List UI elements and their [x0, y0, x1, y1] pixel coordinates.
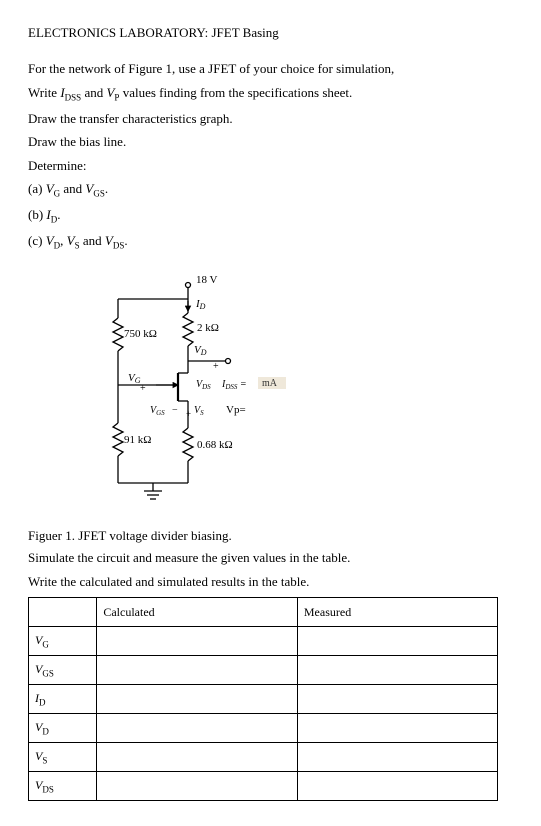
svg-text:+: +	[140, 383, 146, 394]
svg-text:2 kΩ: 2 kΩ	[197, 322, 219, 334]
header-calculated: Calculated	[97, 598, 298, 627]
svg-text:−: −	[172, 405, 178, 416]
intro-line-3: Draw the bias line.	[28, 132, 513, 152]
intro-line-4: Determine:	[28, 156, 513, 176]
intro-line-5: (a) VG and VGS.	[28, 179, 513, 201]
table-row: VD	[29, 714, 498, 743]
svg-text:VS: VS	[194, 405, 204, 417]
table-row: VS	[29, 743, 498, 772]
svg-text:mA: mA	[262, 378, 278, 389]
intro-line-6: (b) ID.	[28, 205, 513, 227]
intro-line-2: Draw the transfer characteristics graph.	[28, 109, 513, 129]
svg-text:+: +	[186, 409, 191, 419]
svg-text:ID: ID	[195, 298, 206, 311]
svg-text:0.68 kΩ: 0.68 kΩ	[197, 439, 233, 451]
table-header-row: Calculated Measured	[29, 598, 498, 627]
figure-caption: Figuer 1. JFET voltage divider biasing.	[28, 528, 513, 544]
svg-text:VD: VD	[194, 344, 207, 357]
page-title: ELECTRONICS LABORATORY: JFET Basing	[28, 25, 513, 41]
svg-text:VGS: VGS	[150, 405, 165, 417]
intro-line-1: Write IDSS and VP values finding from th…	[28, 83, 513, 105]
vsupply-label: 18 V	[196, 274, 218, 286]
intro-line-0: For the network of Figure 1, use a JFET …	[28, 59, 513, 79]
results-table: Calculated Measured VG VGS ID VD VS VDS	[28, 597, 498, 801]
table-row: VGS	[29, 656, 498, 685]
instruction-2: Write the calculated and simulated resul…	[28, 572, 513, 592]
table-row: ID	[29, 685, 498, 714]
svg-text:Vp=: Vp=	[226, 404, 246, 416]
svg-text:IDSS =: IDSS =	[221, 379, 247, 391]
circuit-diagram: 18 V ID 2 kΩ 750 kΩ VD + VG + VDS IDSS =…	[78, 273, 378, 508]
svg-text:+: +	[213, 361, 219, 372]
instruction-1: Simulate the circuit and measure the giv…	[28, 548, 513, 568]
header-measured: Measured	[297, 598, 497, 627]
table-row: VDS	[29, 772, 498, 801]
svg-text:91 kΩ: 91 kΩ	[124, 434, 151, 446]
svg-text:VDS: VDS	[196, 379, 211, 391]
intro-line-7: (c) VD, VS and VDS.	[28, 231, 513, 253]
table-row: VG	[29, 627, 498, 656]
svg-text:VG: VG	[128, 372, 141, 385]
svg-text:750 kΩ: 750 kΩ	[124, 328, 157, 340]
